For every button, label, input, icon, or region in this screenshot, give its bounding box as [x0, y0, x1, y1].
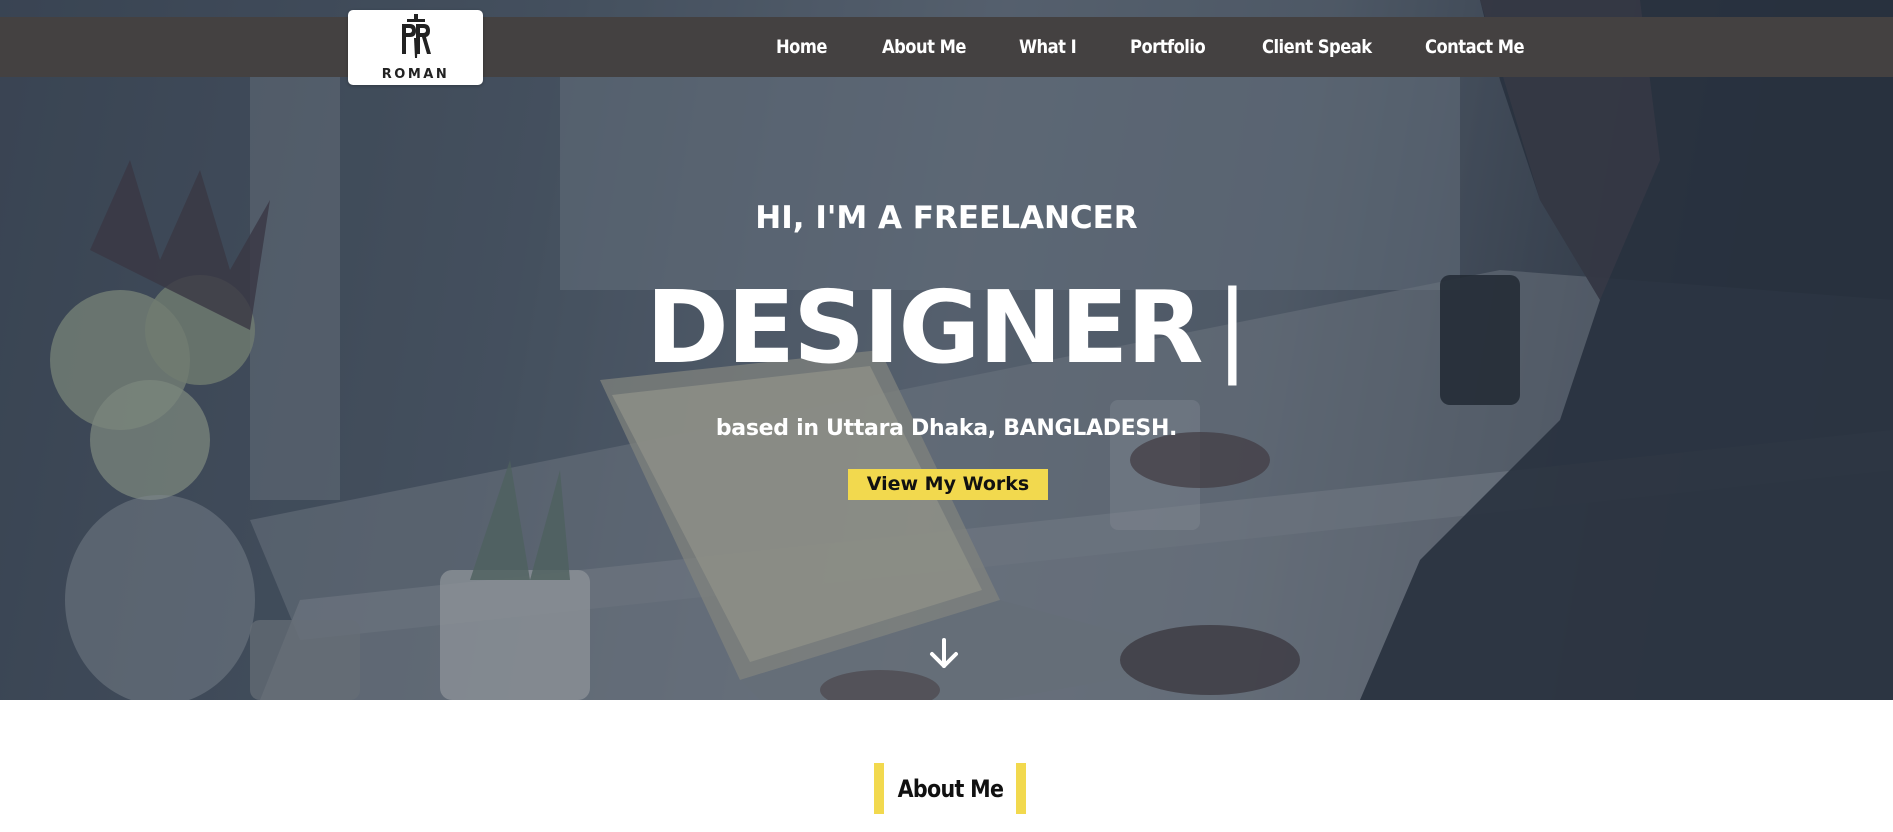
hero-intro: HI, I'M A FREELANCER	[755, 200, 1138, 236]
view-my-works-button[interactable]: View My Works	[848, 469, 1048, 500]
nav-item-client-speak[interactable]: Client Speak	[1262, 17, 1372, 77]
nav-item-portfolio[interactable]: Portfolio	[1130, 17, 1206, 77]
typing-cursor: |	[1215, 269, 1249, 386]
hero-headline-word: DESIGNER	[645, 269, 1204, 386]
hero-location: based in Uttara Dhaka, BANGLADESH.	[715, 416, 1178, 441]
nav-item-home[interactable]: Home	[776, 17, 827, 77]
hero-headline: DESIGNER |	[0, 268, 1893, 388]
nav-item-what-i[interactable]: What I	[1019, 17, 1077, 77]
nav-item-contact-me[interactable]: Contact Me	[1425, 17, 1525, 77]
nav-item-about-me[interactable]: About Me	[882, 17, 966, 77]
about-heading-frame: About Me	[874, 763, 1026, 814]
main-nav: Home About Me What I Portfolio Client Sp…	[0, 17, 1893, 77]
hero-section: HI, I'M A FREELANCER DESIGNER | based in …	[0, 0, 1893, 700]
about-heading: About Me	[897, 774, 1003, 803]
arrow-down-icon[interactable]	[926, 636, 962, 672]
hero-content: HI, I'M A FREELANCER DESIGNER | based in …	[0, 0, 1893, 700]
